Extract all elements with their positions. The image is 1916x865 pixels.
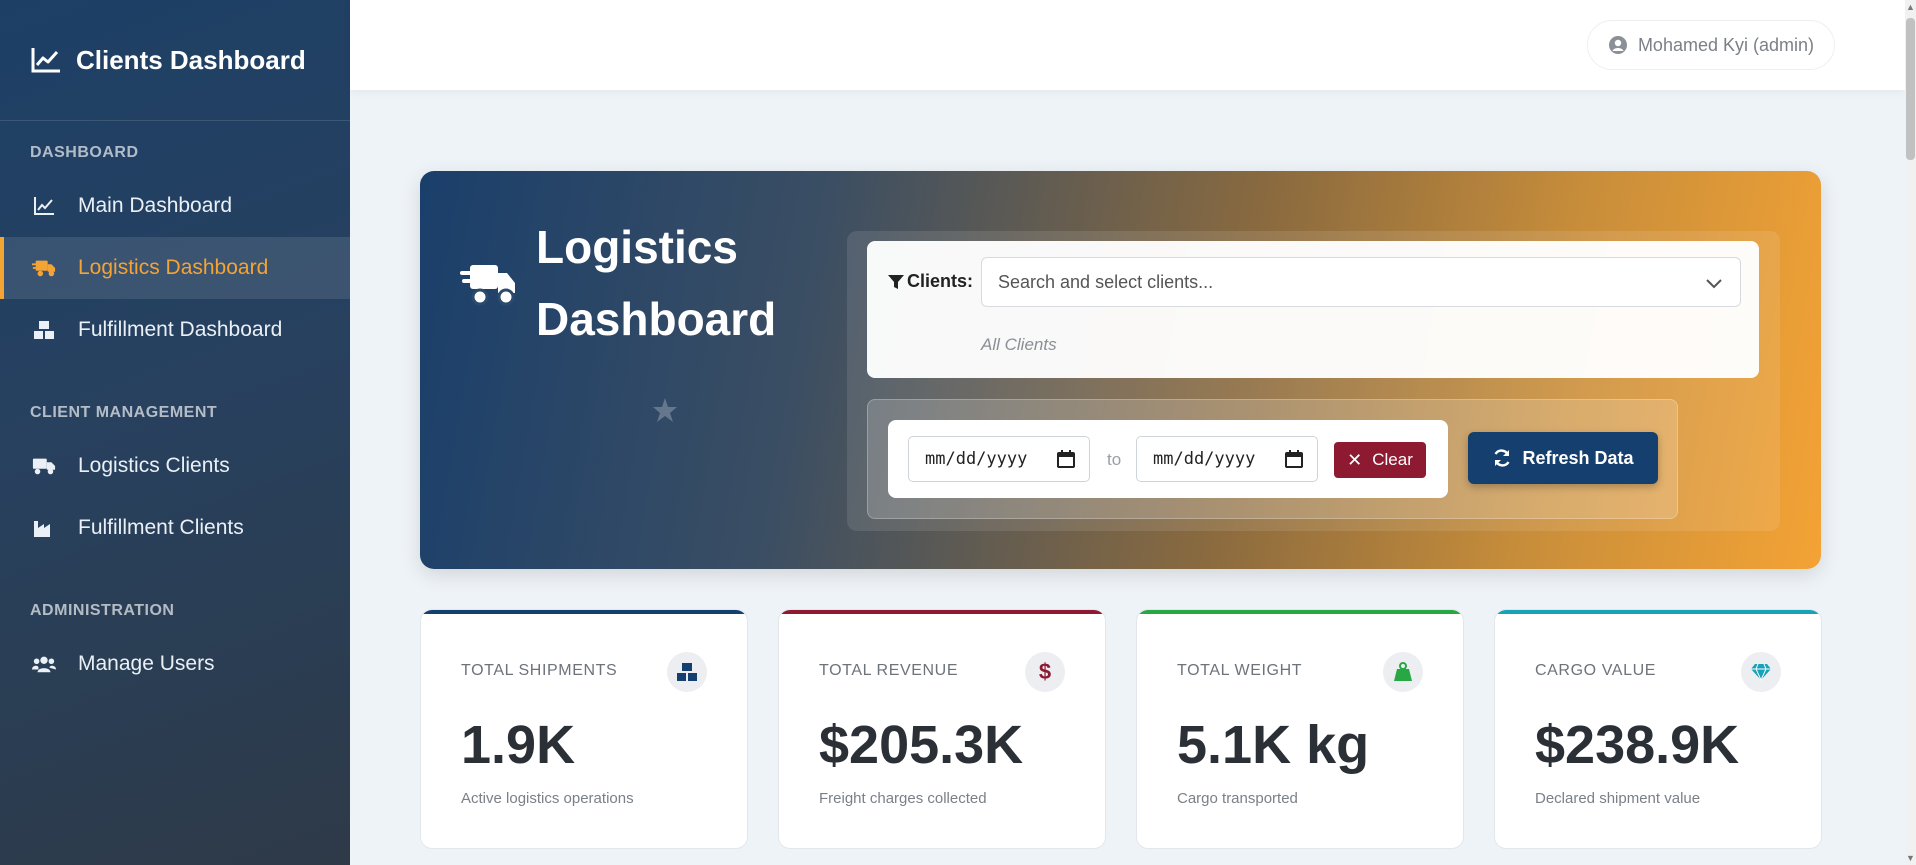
stat-subtitle: Declared shipment value (1535, 790, 1701, 807)
stat-card-cargo-value: CARGO VALUE $238.9K Declared shipment va… (1494, 609, 1822, 849)
refresh-button-label: Refresh Data (1522, 447, 1634, 468)
boxes-icon (667, 652, 707, 692)
industry-icon (32, 517, 56, 539)
date-to-placeholder: mm/dd/yyyy (1153, 449, 1256, 469)
clients-select-placeholder: Search and select clients... (998, 271, 1214, 292)
sidebar-item-fulfillment-dashboard[interactable]: Fulfillment Dashboard (0, 299, 350, 361)
clients-label-text: Clients: (907, 271, 974, 291)
clients-label: Clients: (887, 271, 973, 292)
scroll-up-arrow[interactable]: ▲ (1906, 2, 1915, 12)
card-accent (779, 610, 1105, 614)
star-icon (653, 398, 677, 422)
truck-fast-icon (32, 257, 56, 279)
refresh-data-button[interactable]: Refresh Data (1468, 432, 1658, 484)
sidebar-item-main-dashboard[interactable]: Main Dashboard (0, 175, 350, 237)
stat-label: TOTAL SHIPMENTS (461, 662, 618, 679)
stat-card-total-revenue: TOTAL REVENUE $ $205.3K Freight charges … (778, 609, 1106, 849)
stat-label: TOTAL REVENUE (819, 662, 959, 679)
sidebar-item-fulfillment-clients[interactable]: Fulfillment Clients (0, 497, 350, 559)
chevron-down-icon (1706, 279, 1722, 289)
stat-value: 5.1K kg (1177, 715, 1370, 775)
clear-button[interactable]: ✕ Clear (1334, 442, 1426, 478)
sidebar-brand[interactable]: Clients Dashboard (0, 0, 350, 121)
sidebar-item-label: Main Dashboard (78, 194, 233, 217)
date-range: mm/dd/yyyy to mm/dd/yyyy ✕ Clear (888, 420, 1448, 498)
sidebar-item-label: Fulfillment Dashboard (78, 318, 283, 341)
sidebar-item-logistics-dashboard[interactable]: Logistics Dashboard (0, 237, 350, 299)
truck-fast-icon (460, 265, 515, 306)
card-accent (421, 610, 747, 614)
stat-subtitle: Freight charges collected (819, 790, 987, 807)
sidebar-item-manage-users[interactable]: Manage Users (0, 633, 350, 695)
stat-value: $205.3K (819, 715, 1024, 775)
date-from-input[interactable]: mm/dd/yyyy (908, 436, 1090, 482)
hero-panel: Logistics Dashboard Clients: Search and … (420, 171, 1821, 569)
truck-icon (32, 455, 56, 477)
sidebar-item-label: Logistics Clients (78, 454, 230, 477)
user-name: Mohamed Kyi (admin) (1637, 34, 1814, 55)
date-from-placeholder: mm/dd/yyyy (925, 449, 1028, 469)
clients-hint: All Clients (981, 335, 1057, 354)
calendar-icon[interactable] (1057, 450, 1075, 468)
page-title: Logistics Dashboard (536, 221, 777, 345)
page-scrollbar[interactable]: ▲ ▼ (1905, 0, 1916, 865)
stat-value: $238.9K (1535, 715, 1740, 775)
calendar-icon[interactable] (1285, 450, 1303, 468)
stat-value: 1.9K (461, 715, 576, 775)
stat-subtitle: Cargo transported (1177, 790, 1298, 807)
section-title-client-management: CLIENT MANAGEMENT (30, 404, 218, 421)
stat-subtitle: Active logistics operations (461, 790, 634, 807)
stat-card-total-shipments: TOTAL SHIPMENTS 1.9K Active logistics op… (420, 609, 748, 849)
weight-icon (1383, 652, 1423, 692)
card-accent (1137, 610, 1463, 614)
date-to-input[interactable]: mm/dd/yyyy (1136, 436, 1318, 482)
section-title-dashboard: DASHBOARD (30, 144, 139, 161)
chart-line-icon (31, 48, 60, 73)
sidebar: Clients Dashboard DASHBOARD Main Dashboa… (0, 0, 350, 865)
section-title-administration: ADMINISTRATION (30, 602, 175, 619)
sidebar-item-logistics-clients[interactable]: Logistics Clients (0, 435, 350, 497)
user-circle-icon (1608, 36, 1627, 54)
scroll-thumb[interactable] (1906, 18, 1915, 160)
brand-title: Clients Dashboard (76, 44, 306, 75)
user-menu[interactable]: Mohamed Kyi (admin) (1586, 20, 1835, 70)
filter-panel: Clients: Search and select clients... Al… (847, 231, 1780, 531)
scroll-down-arrow[interactable]: ▼ (1906, 853, 1915, 863)
sidebar-item-label: Fulfillment Clients (78, 516, 244, 539)
sidebar-item-label: Manage Users (78, 652, 215, 675)
filter-icon (888, 274, 904, 289)
boxes-icon (32, 319, 56, 341)
date-filter: mm/dd/yyyy to mm/dd/yyyy ✕ Clear Refresh… (867, 399, 1678, 519)
card-accent (1495, 610, 1821, 614)
stat-card-total-weight: TOTAL WEIGHT 5.1K kg Cargo transported (1136, 609, 1464, 849)
clients-filter: Clients: Search and select clients... Al… (867, 241, 1759, 378)
close-icon: ✕ (1347, 449, 1363, 470)
to-label: to (1107, 450, 1122, 469)
gem-icon (1741, 652, 1781, 692)
users-icon (32, 653, 56, 675)
dollar-icon: $ (1025, 652, 1065, 692)
sidebar-item-label: Logistics Dashboard (78, 256, 269, 279)
stat-label: TOTAL WEIGHT (1177, 662, 1303, 679)
chart-line-icon (32, 195, 56, 217)
refresh-icon (1494, 449, 1510, 467)
stat-label: CARGO VALUE (1535, 662, 1656, 679)
clear-button-label: Clear (1372, 450, 1413, 469)
clients-select[interactable]: Search and select clients... (981, 257, 1741, 307)
topbar: Mohamed Kyi (admin) (350, 0, 1905, 90)
